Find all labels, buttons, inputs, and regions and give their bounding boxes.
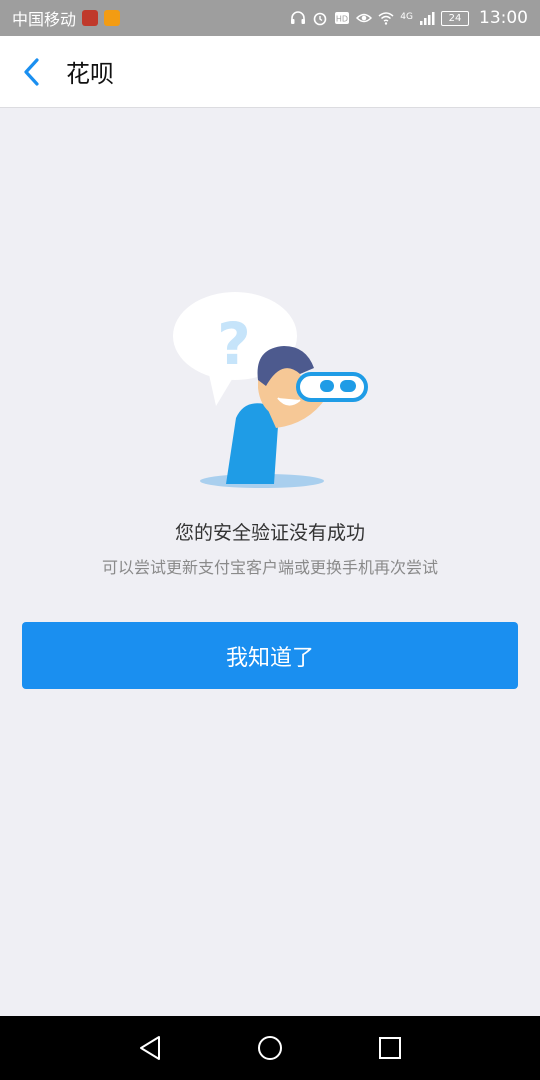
app-header: 花呗 [0, 36, 540, 108]
back-triangle-icon [140, 1036, 160, 1060]
headphones-icon [291, 11, 306, 24]
eye-icon [356, 13, 373, 23]
battery-icon: 24 [441, 10, 469, 26]
nav-home-button[interactable] [210, 1016, 330, 1080]
wifi-icon [378, 12, 394, 25]
status-time: 13:00 [479, 8, 528, 28]
question-mark-icon: ? [217, 310, 251, 378]
chevron-left-icon [24, 57, 39, 86]
verification-failed-hint: 可以尝试更新支付宝客户端或更换手机再次尝试 [101, 558, 438, 577]
back-button[interactable] [0, 36, 64, 108]
page-title: 花呗 [66, 60, 114, 88]
signal-icon [420, 12, 435, 25]
binoculars-icon [296, 372, 368, 402]
alarm-icon [313, 12, 327, 26]
app-notification-icon [82, 10, 99, 26]
home-circle-icon [258, 1036, 282, 1060]
system-nav-bar [0, 1016, 540, 1080]
got-it-button[interactable]: 我知道了 [22, 622, 518, 689]
status-left: 中国移动 [12, 6, 121, 30]
video-app-icon [104, 10, 121, 26]
nav-back-button[interactable] [90, 1016, 210, 1080]
svg-text:HD: HD [336, 15, 348, 24]
nav-recents-button[interactable] [330, 1016, 450, 1080]
recents-square-icon [379, 1037, 401, 1059]
verification-failed-title: 您的安全验证没有成功 [174, 522, 365, 544]
network-type-label: 4G [400, 12, 413, 22]
person-body [226, 403, 279, 484]
carrier-name: 中国移动 [12, 10, 77, 29]
illustration-person-binoculars: ? [173, 292, 368, 488]
hd-icon: HD [335, 12, 350, 24]
status-right: HD 4G 24 13:00 [290, 8, 528, 28]
status-bar: 中国移动 HD 4G 24 13:00 [0, 0, 540, 36]
